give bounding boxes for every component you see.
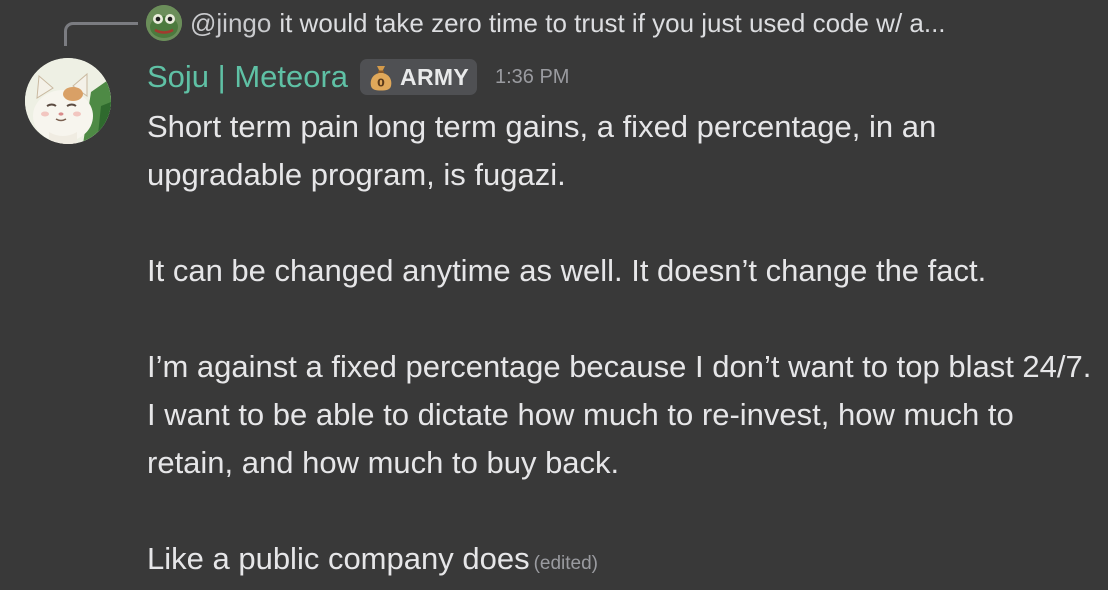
message-paragraph: Short term pain long term gains, a fixed… <box>147 109 937 192</box>
message-paragraph-text: Like a public company does <box>147 541 530 576</box>
message-timestamp[interactable]: 1:36 PM <box>495 66 569 89</box>
message-paragraph: It can be changed anytime as well. It do… <box>147 253 987 288</box>
reply-reference[interactable]: @jingo it would take zero time to trust … <box>146 4 946 42</box>
message-content: Short term pain long term gains, a fixed… <box>147 103 1092 588</box>
role-tag-label: ARMY <box>400 63 469 90</box>
author-name[interactable]: Soju | Meteora <box>147 59 348 95</box>
chat-message: @jingo it would take zero time to trust … <box>0 0 1108 590</box>
reply-spine <box>64 22 138 46</box>
svg-text:0: 0 <box>377 77 385 90</box>
reply-author-name[interactable]: @jingo <box>190 8 271 39</box>
message-paragraph: I’m against a fixed percentage because I… <box>147 349 1092 480</box>
edited-label: (edited) <box>533 553 598 574</box>
author-avatar[interactable] <box>25 58 111 144</box>
reply-preview-text[interactable]: it would take zero time to trust if you … <box>279 8 945 39</box>
message-paragraph-last: Like a public company does (edited) <box>147 535 1092 588</box>
money-bag-icon: 0 <box>366 62 396 92</box>
message-header: Soju | Meteora 0 ARMY 1:36 PM <box>147 56 569 98</box>
reply-author-avatar[interactable] <box>146 5 182 41</box>
role-tag[interactable]: 0 ARMY <box>360 59 477 95</box>
